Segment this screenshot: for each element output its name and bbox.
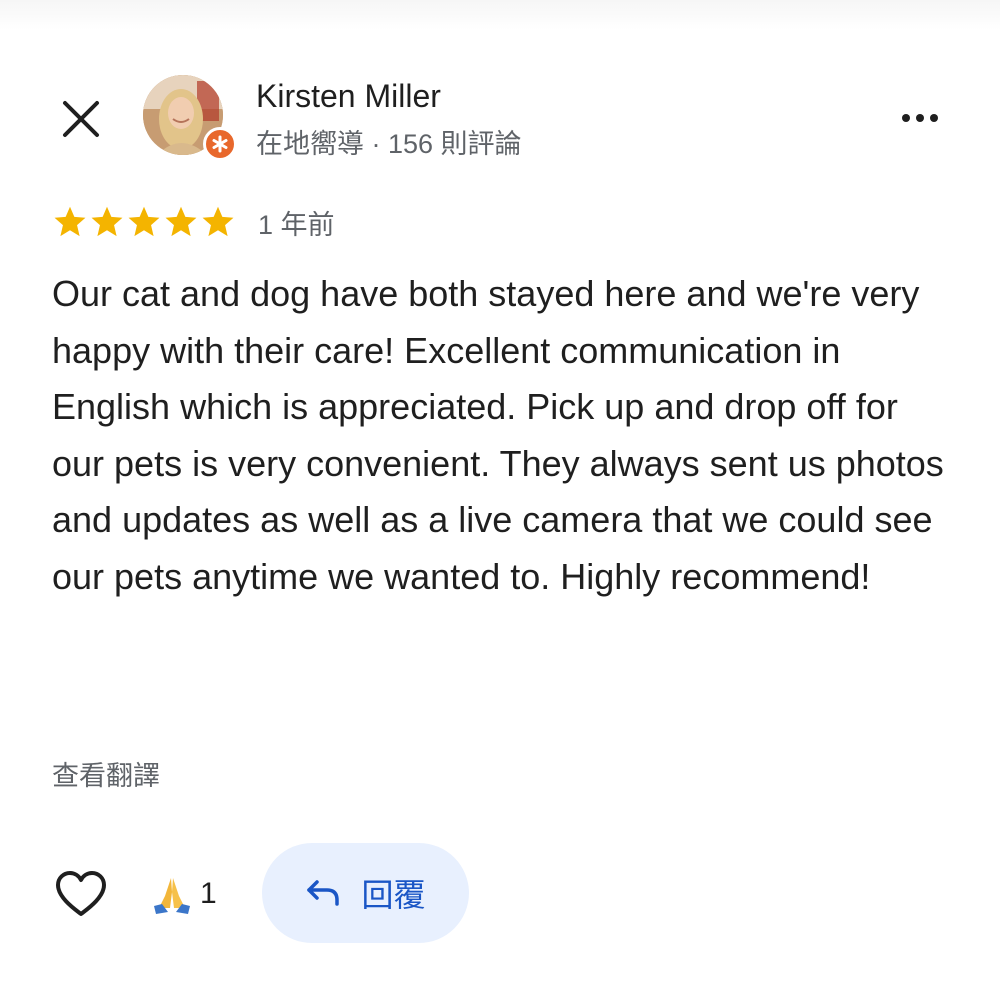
reaction-count: 1 <box>200 877 217 910</box>
top-fade <box>0 0 1000 30</box>
local-guide-star-icon <box>212 135 228 153</box>
star-icon <box>54 206 86 237</box>
author-name[interactable]: Kirsten Miller <box>256 78 441 115</box>
heart-outline-icon <box>56 871 106 916</box>
close-icon <box>63 101 99 137</box>
author-meta: 在地嚮導 · 156 則評論 <box>256 129 522 159</box>
star-icon <box>128 206 160 237</box>
close-button[interactable] <box>58 96 104 142</box>
avatar[interactable] <box>143 75 237 161</box>
review-detail-page: Kirsten Miller 在地嚮導 · 156 則評論 1 年前 Our c… <box>0 0 1000 1000</box>
more-horizontal-icon <box>902 114 910 122</box>
folded-hands-emoji <box>154 878 190 914</box>
star-icon <box>202 206 234 237</box>
more-options-button[interactable] <box>892 100 948 136</box>
translate-link[interactable]: 查看翻譯 <box>52 754 160 793</box>
reply-button[interactable]: 回覆 <box>262 843 469 943</box>
review-time: 1 年前 <box>258 209 335 240</box>
star-icon <box>165 206 197 237</box>
rating-row: 1 年前 <box>52 202 335 242</box>
reaction-count-button[interactable]: 1 <box>150 870 217 918</box>
star-icon <box>91 206 123 237</box>
like-button[interactable] <box>52 866 110 922</box>
reply-label: 回覆 <box>361 877 426 913</box>
local-guide-badge <box>203 127 237 161</box>
review-text: Our cat and dog have both stayed here an… <box>52 273 944 597</box>
star-rating <box>52 204 236 240</box>
reply-arrow-icon <box>307 880 340 906</box>
